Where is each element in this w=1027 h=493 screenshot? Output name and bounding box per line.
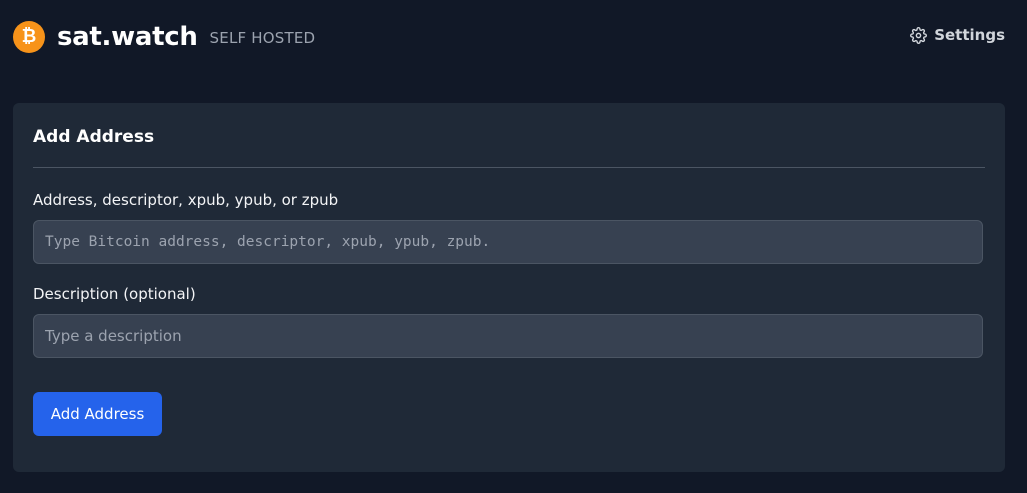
add-address-card: Add Address Address, descriptor, xpub, y… [13, 103, 1005, 472]
address-input[interactable] [33, 220, 983, 264]
description-input[interactable] [33, 314, 983, 358]
app-name: sat.watch [57, 22, 198, 52]
app-tagline: SELF HOSTED [209, 29, 316, 47]
settings-label: Settings [934, 26, 1005, 44]
divider [33, 167, 985, 168]
gear-icon [910, 26, 928, 44]
brand[interactable]: ₿ sat.watch SELF HOSTED [13, 21, 315, 53]
description-field-label: Description (optional) [33, 285, 196, 303]
add-address-button[interactable]: Add Address [33, 392, 162, 436]
top-navbar: ₿ sat.watch SELF HOSTED Settings [0, 0, 1027, 72]
address-field-label: Address, descriptor, xpub, ypub, or zpub [33, 191, 339, 209]
settings-link[interactable]: Settings [910, 26, 1005, 44]
bitcoin-icon: ₿ [13, 21, 45, 53]
card-title: Add Address [33, 127, 155, 147]
